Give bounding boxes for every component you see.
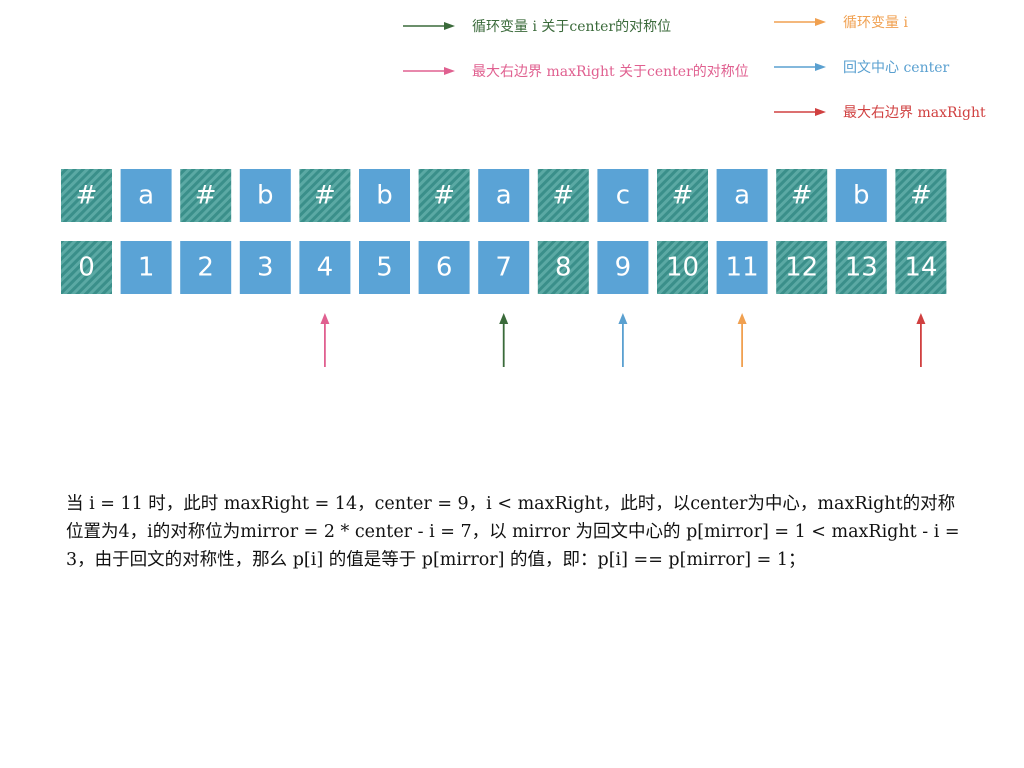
char-label: b xyxy=(257,181,274,211)
index-label: 8 xyxy=(555,253,572,283)
index-cell: 14 xyxy=(895,241,947,294)
arrow-up-icon xyxy=(320,313,330,367)
index-label: 0 xyxy=(78,253,95,283)
index-cell: 0 xyxy=(61,241,112,294)
arrow-right-icon xyxy=(403,67,455,75)
legend-label: 回文中心 center xyxy=(843,60,950,76)
index-cell: 3 xyxy=(239,241,291,294)
arrow-right-icon xyxy=(774,108,826,116)
index-cell: 11 xyxy=(716,241,768,294)
arrow-up-icon xyxy=(737,313,747,367)
index-cell: 7 xyxy=(478,241,530,294)
index-label: 6 xyxy=(436,253,453,283)
index-cell: 4 xyxy=(299,241,351,294)
index-label: 11 xyxy=(726,253,759,283)
char-cell: b xyxy=(359,169,410,222)
index-cell: 12 xyxy=(776,241,828,294)
char-cell: a xyxy=(120,169,172,222)
pointer-arrows xyxy=(320,313,926,367)
legend-label: 最大右边界 maxRight xyxy=(843,105,986,121)
index-label: 3 xyxy=(257,253,274,283)
char-row: # a # b # b # a # c # a # b # xyxy=(61,169,947,222)
index-row: 0 1 2 3 4 5 6 7 8 9 10 11 12 13 14 xyxy=(61,241,947,294)
manacher-diagram: 循环变量 i 关于center的对称位 循环变量 i 最大右边界 maxRight … xyxy=(61,15,986,367)
arrow-up-icon xyxy=(499,313,509,367)
index-label: 4 xyxy=(317,253,334,283)
char-label: b xyxy=(853,181,870,211)
legend-label: 循环变量 i xyxy=(843,15,908,31)
arrow-right-icon xyxy=(774,18,826,26)
index-cell: 6 xyxy=(418,241,470,294)
index-cell: 13 xyxy=(835,241,887,294)
char-cell: # xyxy=(657,169,708,222)
legend-item: 最大右边界 maxRight xyxy=(774,105,986,121)
char-cell: a xyxy=(716,169,768,222)
char-label: a xyxy=(138,181,154,211)
char-label: b xyxy=(376,181,393,211)
char-label: a xyxy=(734,181,750,211)
char-cell: c xyxy=(597,169,649,222)
index-cell: 9 xyxy=(597,241,649,294)
char-label: # xyxy=(910,181,932,211)
index-cell: 8 xyxy=(537,241,589,294)
char-label: # xyxy=(314,181,336,211)
index-label: 13 xyxy=(845,253,878,283)
char-label: # xyxy=(552,181,574,211)
index-cell: 5 xyxy=(359,241,410,294)
char-cell: # xyxy=(776,169,828,222)
char-cell: # xyxy=(299,169,351,222)
char-cell: a xyxy=(478,169,530,222)
index-label: 12 xyxy=(785,253,818,283)
arrow-up-icon xyxy=(618,313,628,367)
index-cell: 1 xyxy=(120,241,172,294)
legend-item: 回文中心 center xyxy=(774,60,950,76)
index-label: 10 xyxy=(666,253,699,283)
legend-item: 最大右边界 maxRight 关于center的对称位 xyxy=(403,64,749,80)
arrow-right-icon xyxy=(403,22,455,30)
legend-label: 最大右边界 maxRight 关于center的对称位 xyxy=(472,64,749,80)
char-cell: b xyxy=(835,169,887,222)
char-label: # xyxy=(791,181,813,211)
explanation-text: 当 i = 11 时，此时 maxRight = 14，center = 9，i… xyxy=(66,490,960,574)
char-label: c xyxy=(616,181,630,211)
arrow-up-icon xyxy=(916,313,926,367)
char-cell: # xyxy=(180,169,232,222)
char-cell: # xyxy=(895,169,947,222)
legend-label: 循环变量 i 关于center的对称位 xyxy=(472,19,671,35)
index-label: 1 xyxy=(138,253,155,283)
char-label: # xyxy=(672,181,694,211)
char-cell: # xyxy=(61,169,112,222)
explanation-line: 当 i = 11 时，此时 maxRight = 14，center = 9，i… xyxy=(66,494,956,514)
char-cell: # xyxy=(537,169,589,222)
index-cell: 10 xyxy=(657,241,708,294)
index-label: 9 xyxy=(615,253,632,283)
index-label: 2 xyxy=(197,253,214,283)
char-cell: # xyxy=(418,169,470,222)
char-label: a xyxy=(496,181,512,211)
char-label: # xyxy=(195,181,217,211)
index-label: 14 xyxy=(904,253,937,283)
char-cell: b xyxy=(239,169,291,222)
index-label: 7 xyxy=(495,253,512,283)
char-label: # xyxy=(433,181,455,211)
legend: 循环变量 i 关于center的对称位 循环变量 i 最大右边界 maxRight … xyxy=(403,15,986,121)
char-label: # xyxy=(76,181,98,211)
index-label: 5 xyxy=(376,253,393,283)
explanation-line: 3，由于回文的对称性，那么 p[i] 的值是等于 p[mirror] 的值，即：… xyxy=(66,550,806,570)
legend-item: 循环变量 i 关于center的对称位 xyxy=(403,19,671,35)
index-cell: 2 xyxy=(180,241,232,294)
arrow-right-icon xyxy=(774,63,826,71)
legend-item: 循环变量 i xyxy=(774,15,908,31)
explanation-line: 位置为4，i的对称位为mirror = 2 * center - i = 7，以… xyxy=(66,522,960,542)
